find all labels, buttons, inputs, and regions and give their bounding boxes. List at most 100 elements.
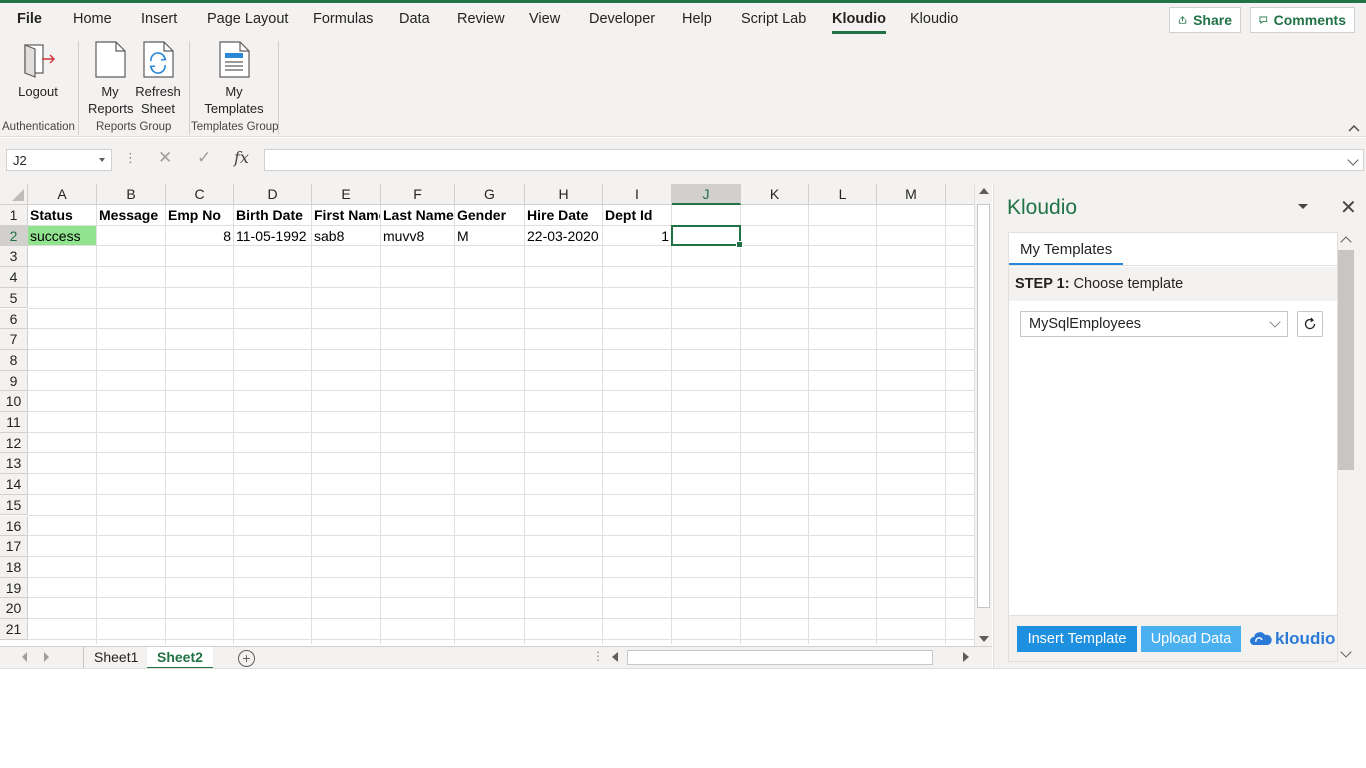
column-header-b[interactable]: B [97, 184, 166, 205]
column-header-l[interactable]: L [809, 184, 877, 205]
splitter-icon[interactable]: ⋮ [592, 649, 604, 663]
horizontal-scrollbar[interactable] [607, 649, 974, 666]
cell-d2[interactable]: 11-05-1992 [234, 226, 311, 246]
row-header-12[interactable]: 12 [0, 432, 28, 454]
cell-b1[interactable]: Message [97, 205, 165, 225]
row-header-10[interactable]: 10 [0, 391, 28, 412]
refresh-sheet-button[interactable]: Refresh Sheet [134, 39, 182, 117]
tab-file[interactable]: File [17, 11, 42, 27]
cell-e2[interactable]: sab8 [312, 226, 380, 246]
tab-page-layout[interactable]: Page Layout [207, 11, 288, 27]
name-box[interactable]: J2 [6, 149, 112, 171]
template-select[interactable]: MySqlEmployees [1020, 311, 1288, 337]
tab-kloudio[interactable]: Kloudio [910, 11, 958, 27]
tab-my-templates[interactable]: My Templates [1009, 233, 1337, 266]
column-header-a[interactable]: A [28, 184, 97, 205]
row-header-8[interactable]: 8 [0, 349, 28, 371]
upload-data-button[interactable]: Upload Data [1141, 626, 1241, 652]
select-all-corner[interactable] [0, 184, 28, 205]
cell-c1[interactable]: Emp No [166, 205, 233, 225]
comments-button[interactable]: Comments [1250, 7, 1355, 33]
vertical-scrollbar[interactable] [974, 184, 992, 646]
column-header-d[interactable]: D [234, 184, 312, 205]
tab-formulas[interactable]: Formulas [313, 11, 373, 27]
cell-a1[interactable]: Status [28, 205, 96, 225]
next-sheet-icon[interactable] [44, 652, 49, 662]
tab-developer[interactable]: Developer [589, 11, 655, 27]
sheet-tab-sheet1[interactable]: Sheet1 [83, 647, 150, 669]
tab-review[interactable]: Review [457, 11, 505, 27]
row-header-13[interactable]: 13 [0, 453, 28, 475]
check-icon[interactable]: ✓ [197, 148, 211, 168]
scroll-right-icon[interactable] [963, 652, 969, 662]
cell-h1[interactable]: Hire Date [525, 205, 602, 225]
more-icon[interactable]: ⋮ [124, 150, 137, 166]
scroll-down-icon[interactable] [1340, 646, 1352, 658]
collapse-ribbon-icon[interactable] [1348, 123, 1360, 133]
expand-formula-icon[interactable] [1347, 154, 1359, 166]
scroll-down-icon[interactable] [979, 636, 989, 642]
cell-g1[interactable]: Gender [455, 205, 524, 225]
cell-f1[interactable]: Last Name [381, 205, 454, 225]
column-header-partial[interactable] [946, 184, 974, 205]
row-header-19[interactable]: 19 [0, 577, 28, 599]
column-header-c[interactable]: C [166, 184, 234, 205]
tab-home[interactable]: Home [73, 11, 112, 27]
column-header-h[interactable]: H [525, 184, 603, 205]
tab-script-lab[interactable]: Script Lab [741, 11, 806, 27]
column-header-g[interactable]: G [455, 184, 525, 205]
tab-insert[interactable]: Insert [141, 11, 177, 27]
column-header-j[interactable]: J [672, 184, 741, 205]
my-templates-button[interactable]: My Templates [203, 39, 265, 117]
scroll-left-icon[interactable] [612, 652, 618, 662]
cell-f2[interactable]: muvv8 [381, 226, 454, 246]
tab-kloudio-active[interactable]: Kloudio [832, 11, 886, 34]
cell-a2[interactable]: success [28, 225, 96, 246]
sheet-tab-sheet2[interactable]: Sheet2 [147, 647, 213, 669]
cell-g2[interactable]: M [455, 226, 524, 246]
formula-input[interactable] [264, 149, 1364, 171]
hscroll-thumb[interactable] [627, 650, 933, 665]
tab-view[interactable]: View [529, 11, 560, 27]
column-header-e[interactable]: E [312, 184, 381, 205]
cell-c2[interactable]: 8 [166, 226, 233, 246]
prev-sheet-icon[interactable] [22, 652, 27, 662]
column-header-m[interactable]: M [877, 184, 946, 205]
cell-b2[interactable] [97, 226, 165, 246]
column-header-i[interactable]: I [603, 184, 672, 205]
row-header-21[interactable]: 21 [0, 619, 28, 640]
chevron-down-icon[interactable] [99, 158, 105, 162]
row-header-9[interactable]: 9 [0, 370, 28, 392]
pane-options-icon[interactable] [1298, 204, 1308, 209]
row-header-20[interactable]: 20 [0, 598, 28, 619]
column-header-k[interactable]: K [741, 184, 809, 205]
row-header-14[interactable]: 14 [0, 474, 28, 495]
pane-scrollbar[interactable] [1338, 232, 1354, 662]
row-header-18[interactable]: 18 [0, 556, 28, 578]
row-header-15[interactable]: 15 [0, 494, 28, 516]
row-header-2[interactable]: 2 [0, 225, 28, 247]
refresh-templates-button[interactable] [1297, 311, 1323, 337]
tab-data[interactable]: Data [399, 11, 430, 27]
row-header-16[interactable]: 16 [0, 515, 28, 537]
close-icon[interactable]: ✕ [1340, 195, 1357, 220]
row-header-1[interactable]: 1 [0, 205, 28, 226]
row-header-7[interactable]: 7 [0, 329, 28, 350]
row-header-11[interactable]: 11 [0, 412, 28, 433]
row-header-4[interactable]: 4 [0, 267, 28, 288]
scroll-up-icon[interactable] [979, 188, 989, 194]
share-button[interactable]: Share [1169, 7, 1241, 33]
logout-button[interactable]: Logout [14, 39, 62, 100]
tab-help[interactable]: Help [682, 11, 712, 27]
cell-e1[interactable]: First Name [312, 205, 380, 225]
pane-scroll-thumb[interactable] [1338, 250, 1354, 470]
scroll-thumb[interactable] [977, 204, 990, 608]
active-cell-j2[interactable] [671, 224, 743, 249]
row-header-5[interactable]: 5 [0, 287, 28, 309]
insert-function-icon[interactable]: fx [234, 148, 249, 167]
row-header-6[interactable]: 6 [0, 308, 28, 330]
cell-h2[interactable]: 22-03-2020 [525, 226, 602, 246]
column-header-f[interactable]: F [381, 184, 455, 205]
add-sheet-icon[interactable]: + [238, 650, 255, 667]
cell-i2[interactable]: 1 [603, 226, 671, 246]
